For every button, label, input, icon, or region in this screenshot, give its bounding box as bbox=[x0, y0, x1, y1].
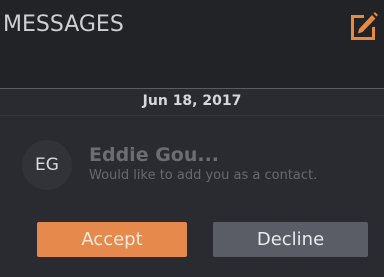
page-title: MESSAGES bbox=[3, 12, 124, 37]
compose-edit-icon bbox=[351, 12, 378, 40]
message-date: Jun 18, 2017 bbox=[142, 93, 242, 109]
date-separator: Jun 18, 2017 bbox=[0, 89, 384, 115]
date-divider bbox=[0, 115, 384, 116]
avatar: EG bbox=[22, 140, 72, 190]
messages-panel: MESSAGES Jun 18, 2017 EG Eddie Gou... Wo… bbox=[0, 0, 384, 277]
decline-button[interactable]: Decline bbox=[213, 222, 368, 257]
accept-button[interactable]: Accept bbox=[37, 222, 187, 257]
contact-request-text: Would like to add you as a contact. bbox=[89, 168, 318, 183]
compose-button[interactable] bbox=[348, 9, 378, 41]
contact-name: Eddie Gou... bbox=[89, 144, 220, 166]
messages-header: MESSAGES bbox=[0, 0, 384, 88]
